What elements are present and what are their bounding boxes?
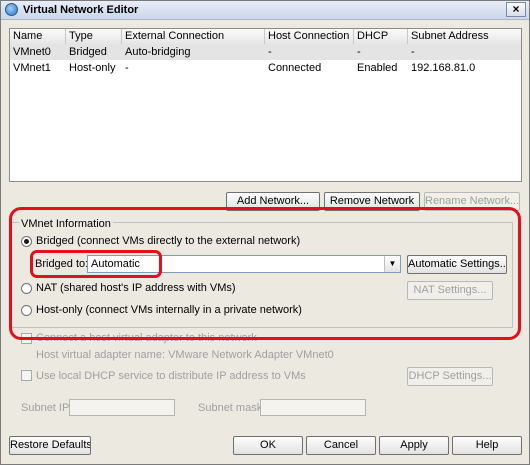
- host-only-label[interactable]: Host-only (connect VMs internally in a p…: [36, 304, 302, 316]
- ok-button[interactable]: OK: [233, 436, 303, 455]
- network-table[interactable]: Name Type External Connection Host Conne…: [9, 28, 522, 182]
- bridged-to-label: Bridged to:: [35, 258, 89, 270]
- bridged-label[interactable]: Bridged (connect VMs directly to the ext…: [36, 235, 300, 247]
- connect-adapter-label[interactable]: Connect a host virtual adapter to this n…: [36, 332, 257, 344]
- automatic-settings-button[interactable]: Automatic Settings...: [407, 255, 507, 274]
- rename-network-button[interactable]: Rename Network...: [424, 192, 520, 211]
- subnet-ip-label: Subnet IP:: [21, 402, 73, 414]
- bridged-to-value: Automatic: [91, 258, 140, 270]
- dhcp-settings-button[interactable]: DHCP Settings...: [407, 367, 493, 386]
- cell-subnet: -: [411, 46, 415, 58]
- group-label: VMnet Information: [19, 218, 113, 230]
- connect-adapter-checkbox[interactable]: [21, 333, 32, 344]
- cell-dhcp: -: [357, 46, 361, 58]
- cell-external: Auto-bridging: [125, 46, 191, 58]
- column-header-dhcp[interactable]: DHCP: [354, 29, 408, 44]
- table-row[interactable]: VMnet1 Host-only - Connected Enabled 192…: [10, 60, 521, 76]
- nat-radio[interactable]: [21, 283, 32, 294]
- cancel-button[interactable]: Cancel: [306, 436, 376, 455]
- table-row[interactable]: VMnet0 Bridged Auto-bridging - - -: [10, 44, 521, 60]
- table-header: Name Type External Connection Host Conne…: [10, 29, 521, 45]
- bridged-to-select[interactable]: Automatic ▼: [87, 255, 401, 273]
- cell-host: Connected: [268, 62, 322, 74]
- bridged-radio[interactable]: [21, 236, 32, 247]
- host-only-radio[interactable]: [21, 305, 32, 316]
- subnet-mask-input[interactable]: [260, 399, 366, 416]
- chevron-down-icon[interactable]: ▼: [384, 256, 400, 272]
- cell-type: Bridged: [69, 46, 107, 58]
- nat-label[interactable]: NAT (shared host's IP address with VMs): [36, 282, 236, 294]
- network-globe-icon: [5, 3, 18, 16]
- dhcp-checkbox[interactable]: [21, 370, 32, 381]
- cell-name: VMnet1: [13, 62, 51, 74]
- column-header-external[interactable]: External Connection: [122, 29, 265, 44]
- title-bar: Virtual Network Editor ×: [1, 1, 529, 20]
- apply-button[interactable]: Apply: [379, 436, 449, 455]
- dhcp-label[interactable]: Use local DHCP service to distribute IP …: [36, 370, 306, 382]
- cell-dhcp: Enabled: [357, 62, 398, 74]
- cell-subnet: 192.168.81.0: [411, 62, 476, 74]
- cell-name: VMnet0: [13, 46, 51, 58]
- restore-defaults-button[interactable]: Restore Defaults: [9, 436, 91, 455]
- close-icon[interactable]: ×: [506, 2, 526, 17]
- help-button[interactable]: Help: [452, 436, 522, 455]
- remove-network-button[interactable]: Remove Network: [324, 192, 420, 211]
- nat-settings-button[interactable]: NAT Settings...: [407, 281, 493, 300]
- column-header-subnet[interactable]: Subnet Address: [408, 29, 521, 44]
- subnet-mask-label: Subnet mask:: [198, 402, 266, 414]
- window-title: Virtual Network Editor: [23, 4, 139, 16]
- subnet-ip-input[interactable]: [69, 399, 175, 416]
- cell-external: -: [125, 62, 129, 74]
- cell-type: Host-only: [69, 62, 116, 74]
- column-header-name[interactable]: Name: [10, 29, 66, 44]
- column-header-type[interactable]: Type: [66, 29, 122, 44]
- virtual-network-editor-window: Virtual Network Editor × Name Type Exter…: [0, 0, 530, 465]
- column-header-host[interactable]: Host Connection: [265, 29, 354, 44]
- adapter-name-text: Host virtual adapter name: VMware Networ…: [36, 349, 334, 361]
- cell-host: -: [268, 46, 272, 58]
- add-network-button[interactable]: Add Network...: [226, 192, 320, 211]
